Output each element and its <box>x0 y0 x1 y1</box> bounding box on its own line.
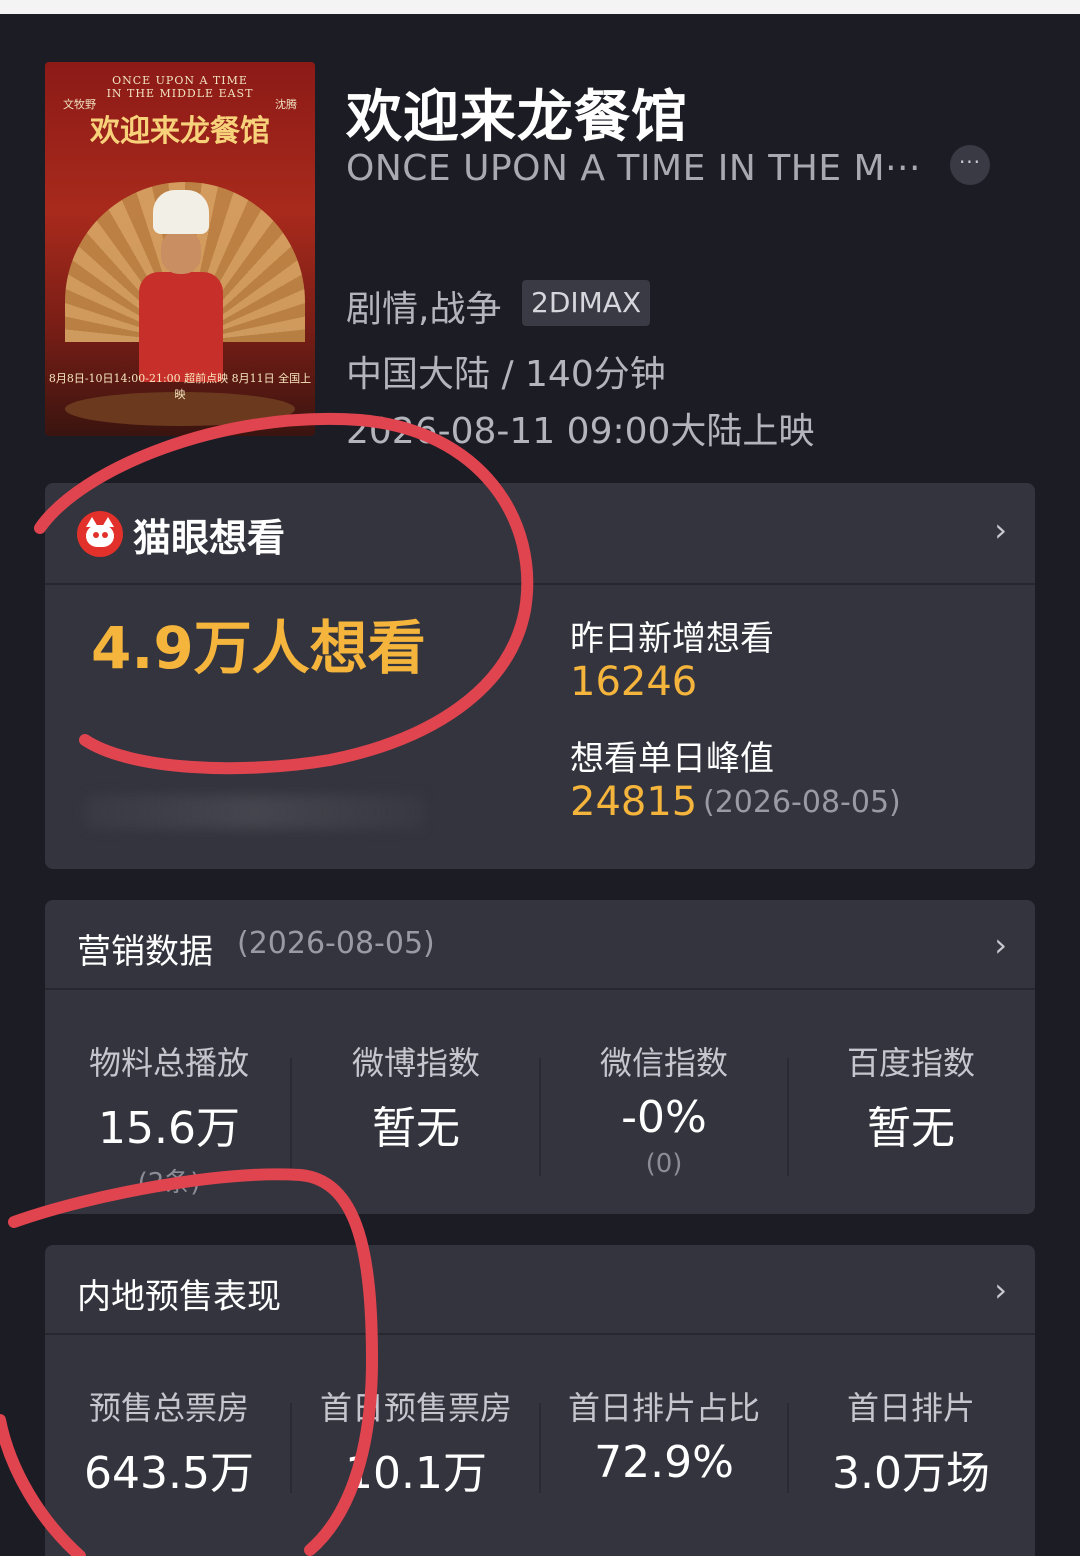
metric-value: 暂无 <box>372 1103 460 1154</box>
movie-genre: 剧情,战争 <box>346 289 502 330</box>
metric-label: 首日预售票房 <box>319 1389 512 1427</box>
poster-arc-text: ONCE UPON A TIME IN THE MIDDLE EAST <box>106 74 254 100</box>
metric-weibo-index: 微博指数 暂无 <box>292 1038 540 1156</box>
more-icon[interactable]: ··· <box>950 145 990 185</box>
cat-face <box>86 525 114 547</box>
poster-title: 欢迎来龙餐馆 <box>90 114 270 149</box>
metric-wechat-index: 微信指数 -0% (0) <box>540 1038 788 1179</box>
card-divider <box>45 1333 1035 1335</box>
peak-label: 想看单日峰值 <box>570 739 774 779</box>
poster-chef-face <box>161 230 201 274</box>
metric-label: 物料总播放 <box>88 1044 249 1082</box>
movie-release-date: 2026-08-11 09:00大陆上映 <box>346 411 815 452</box>
movie-title: 欢迎来龙餐馆 <box>346 85 688 150</box>
metric-value: 15.6万 <box>98 1103 240 1154</box>
maoyan-want-brand: 猫眼想看 <box>133 516 286 560</box>
yesterday-new-label: 昨日新增想看 <box>570 619 774 659</box>
metric-label: 微博指数 <box>351 1044 480 1082</box>
cat-eye-right <box>102 532 108 538</box>
metric-value: 10.1万 <box>345 1448 487 1499</box>
metric-value: 3.0万场 <box>832 1448 990 1499</box>
movie-detail-page: ONCE UPON A TIME IN THE MIDDLE EAST 文牧野 … <box>0 0 1080 1556</box>
presale-title: 内地预售表现 <box>77 1277 281 1317</box>
metric-value: -0% <box>621 1092 707 1143</box>
metric-sub: (0) <box>645 1149 683 1179</box>
metric-value: 643.5万 <box>84 1448 254 1499</box>
poster-date: 8月8日-10日14:00-21:00 超前点映 8月11日 全国上映 <box>48 372 312 401</box>
peak-date: (2026-08-05) <box>703 785 901 820</box>
status-strip <box>0 0 1080 14</box>
metric-first-day-share: 首日排片占比 72.9% <box>540 1383 788 1488</box>
metric-sub: (2条) <box>137 1168 201 1198</box>
yesterday-new-value: 16246 <box>570 659 698 705</box>
poster-chef-hat <box>153 190 209 234</box>
metric-value: 暂无 <box>867 1103 955 1154</box>
cat-eye-left <box>93 532 99 538</box>
movie-region-duration: 中国大陆 / 140分钟 <box>346 354 666 395</box>
format-badge: 2DIMAX <box>522 280 651 326</box>
metric-label: 首日排片 <box>846 1389 975 1427</box>
blurred-text <box>85 795 425 829</box>
marketing-date: (2026-08-05) <box>237 926 435 961</box>
mainland-presale-card[interactable]: 内地预售表现 › 预售总票房 643.5万 首日预售票房 10.1万 首日排片占… <box>45 1245 1035 1556</box>
chevron-right-icon[interactable]: › <box>994 1271 1007 1309</box>
want-to-watch-card[interactable]: 猫眼想看 › 4.9万人想看 昨日新增想看 16246 想看单日峰值 24815… <box>45 483 1035 869</box>
marketing-data-card[interactable]: 营销数据 (2026-08-05) › 物料总播放 15.6万 (2条) 微博指… <box>45 900 1035 1214</box>
marketing-title: 营销数据 <box>77 932 213 972</box>
metric-label: 微信指数 <box>599 1044 728 1082</box>
card-divider <box>45 988 1035 990</box>
metric-first-day-shows: 首日排片 3.0万场 <box>787 1383 1035 1501</box>
chevron-right-icon[interactable]: › <box>994 511 1007 549</box>
maoyan-cat-icon <box>77 511 123 557</box>
movie-poster[interactable]: ONCE UPON A TIME IN THE MIDDLE EAST 文牧野 … <box>45 62 315 436</box>
metric-label: 首日排片占比 <box>567 1389 760 1427</box>
peak-value: 24815 <box>570 779 698 825</box>
metric-value: 72.9% <box>594 1437 734 1488</box>
poster-chef-body <box>139 272 223 382</box>
metric-label: 百度指数 <box>846 1044 975 1082</box>
want-count: 4.9万人想看 <box>91 614 426 682</box>
movie-subtitle: ONCE UPON A TIME IN THE M··· <box>346 148 921 189</box>
metric-baidu-index: 百度指数 暂无 <box>787 1038 1035 1156</box>
metric-material-plays: 物料总播放 15.6万 (2条) <box>45 1038 293 1199</box>
card-divider <box>45 583 1035 585</box>
metric-first-day-presale: 首日预售票房 10.1万 <box>292 1383 540 1501</box>
metric-label: 预售总票房 <box>88 1389 249 1427</box>
chevron-right-icon[interactable]: › <box>994 926 1007 964</box>
metric-total-presale: 预售总票房 643.5万 <box>45 1383 293 1501</box>
